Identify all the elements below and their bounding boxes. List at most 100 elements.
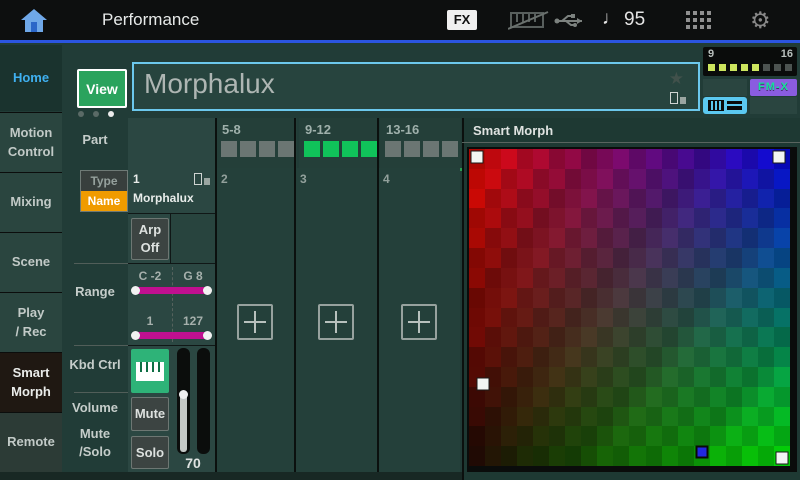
morph-tile bbox=[646, 446, 662, 466]
arp-button[interactable]: Arp Off bbox=[131, 218, 169, 260]
morph-tile bbox=[710, 308, 726, 328]
kbd-ctrl-button[interactable] bbox=[131, 349, 169, 393]
morph-tile bbox=[678, 268, 694, 288]
sidebar-item-motion-control[interactable]: Motion Control bbox=[0, 112, 62, 172]
morph-tile bbox=[549, 228, 565, 248]
morph-tile bbox=[501, 228, 517, 248]
page-dot-active[interactable] bbox=[108, 111, 114, 117]
morph-marker-blue[interactable] bbox=[695, 445, 708, 458]
settings-icon[interactable]: ⚙ bbox=[750, 7, 771, 34]
morph-tile bbox=[710, 228, 726, 248]
morph-tile bbox=[581, 407, 597, 427]
quick-setup-grid-icon[interactable] bbox=[686, 11, 714, 30]
morph-tile bbox=[501, 248, 517, 268]
morph-tile bbox=[517, 149, 533, 169]
sidebar-item-home[interactable]: Home bbox=[0, 45, 62, 111]
morph-tile bbox=[581, 446, 597, 466]
morph-tile bbox=[485, 288, 501, 308]
page-dot[interactable] bbox=[78, 111, 84, 117]
morph-tile bbox=[517, 327, 533, 347]
add-part-2-button[interactable] bbox=[237, 304, 273, 340]
velocity-range-high[interactable]: 127 bbox=[175, 314, 211, 328]
page-dot[interactable] bbox=[93, 111, 99, 117]
morph-tile bbox=[549, 248, 565, 268]
part-1-number: 1 bbox=[133, 172, 140, 186]
favorite-star-icon[interactable]: ★ bbox=[669, 69, 684, 89]
sidebar-item-mixing[interactable]: Mixing bbox=[0, 172, 62, 232]
volume-fader-thumb[interactable] bbox=[179, 390, 188, 399]
part-square bbox=[323, 141, 339, 157]
morph-tile bbox=[774, 387, 790, 407]
morph-tile bbox=[549, 387, 565, 407]
morph-marker-white[interactable] bbox=[772, 150, 785, 163]
part-3-column: 3 bbox=[296, 168, 377, 472]
tempo-value[interactable]: 95 bbox=[624, 9, 645, 31]
sidebar-item-play-rec[interactable]: Play / Rec bbox=[0, 292, 62, 352]
morph-tile bbox=[613, 367, 629, 387]
morph-tile bbox=[629, 426, 645, 446]
sidebar-item-remote[interactable]: Remote bbox=[0, 412, 62, 472]
row-label-part: Part bbox=[62, 131, 128, 149]
sidebar-item-smart-morph[interactable]: Smart Morph bbox=[0, 352, 62, 412]
morph-tile bbox=[533, 149, 549, 169]
morph-tile bbox=[533, 308, 549, 328]
part-led bbox=[708, 64, 715, 71]
part-group-tab-5-8[interactable]: 5-8 bbox=[216, 118, 297, 168]
note-range-low[interactable]: C -2 bbox=[132, 269, 168, 283]
sidebar-item-scene[interactable]: Scene bbox=[0, 232, 62, 292]
morph-marker-white[interactable] bbox=[477, 377, 490, 390]
morph-tile bbox=[597, 268, 613, 288]
morph-tile bbox=[774, 327, 790, 347]
velocity-range-slider[interactable] bbox=[132, 332, 211, 339]
morph-tile bbox=[758, 347, 774, 367]
morph-tile bbox=[517, 407, 533, 427]
morph-tile bbox=[646, 228, 662, 248]
fx-indicator[interactable]: FX bbox=[447, 10, 477, 30]
morph-marker-white[interactable] bbox=[471, 150, 484, 163]
morph-marker-white[interactable] bbox=[775, 452, 788, 465]
morph-tile bbox=[742, 268, 758, 288]
page-dots[interactable] bbox=[78, 111, 122, 119]
morph-tile bbox=[774, 208, 790, 228]
part-group-tab-9-12[interactable]: 9-12 bbox=[299, 118, 378, 168]
morph-tile bbox=[597, 208, 613, 228]
morph-tile bbox=[549, 149, 565, 169]
morph-tile bbox=[646, 387, 662, 407]
morph-tile bbox=[678, 446, 694, 466]
morph-tile bbox=[678, 248, 694, 268]
morph-tile bbox=[710, 189, 726, 209]
part-group-tab-13-16[interactable]: 13-16 bbox=[380, 118, 461, 168]
solo-button[interactable]: Solo bbox=[131, 436, 169, 469]
part-led bbox=[774, 64, 781, 71]
morph-tile bbox=[613, 268, 629, 288]
home-icon[interactable] bbox=[20, 7, 48, 33]
keyboard-slash-icon[interactable] bbox=[508, 11, 550, 30]
velocity-range-low[interactable]: 1 bbox=[132, 314, 168, 328]
note-range-slider[interactable] bbox=[132, 287, 211, 294]
mute-button[interactable]: Mute bbox=[131, 397, 169, 431]
bottom-edge bbox=[0, 472, 462, 480]
morph-tile bbox=[726, 208, 742, 228]
smart-morph-title: Smart Morph bbox=[473, 123, 553, 138]
view-button[interactable]: View bbox=[77, 69, 127, 108]
name-button[interactable]: Name bbox=[81, 191, 127, 211]
morph-tile bbox=[565, 248, 581, 268]
volume-fader[interactable] bbox=[177, 348, 190, 454]
part-led bbox=[730, 64, 737, 71]
morph-tile bbox=[629, 268, 645, 288]
view-mode-icon[interactable] bbox=[703, 97, 747, 114]
morph-tile bbox=[629, 248, 645, 268]
performance-name-box[interactable]: Morphalux ★ bbox=[132, 62, 700, 111]
morph-tile bbox=[646, 169, 662, 189]
morph-tile bbox=[613, 327, 629, 347]
note-range-high[interactable]: G 8 bbox=[175, 269, 211, 283]
divider bbox=[128, 345, 215, 346]
type-button[interactable]: Type bbox=[81, 171, 127, 191]
smart-morph-map[interactable] bbox=[469, 149, 790, 466]
add-part-4-button[interactable] bbox=[401, 304, 437, 340]
morph-tile bbox=[613, 347, 629, 367]
add-part-3-button[interactable] bbox=[318, 304, 354, 340]
type-name-toggle[interactable]: Type Name bbox=[80, 170, 128, 212]
morph-tile bbox=[469, 407, 485, 427]
morph-tile bbox=[726, 248, 742, 268]
